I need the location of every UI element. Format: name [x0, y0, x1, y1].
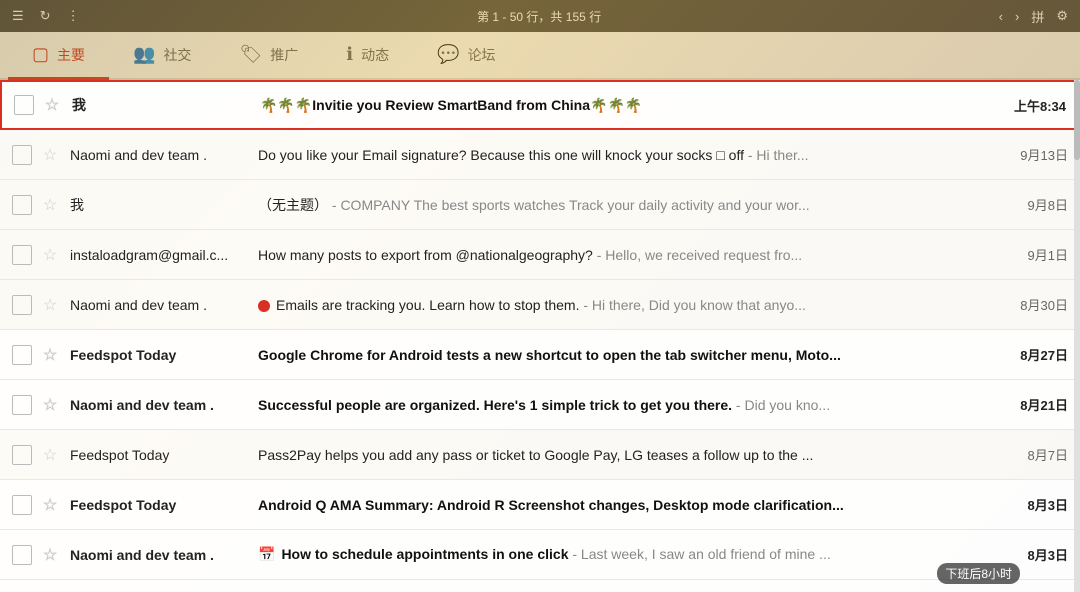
email-content: Pass2Pay helps you add any pass or ticke…	[250, 447, 1000, 463]
email-content: Android Q AMA Summary: Android R Screens…	[250, 497, 1000, 513]
email-subject: （无主题）	[258, 197, 328, 213]
email-date: 9月8日	[1008, 195, 1068, 214]
email-row[interactable]: ☆我（无主题） - COMPANY The best sports watche…	[0, 180, 1080, 230]
email-content: Google Chrome for Android tests a new sh…	[250, 347, 1000, 363]
email-star-icon[interactable]: ☆	[40, 345, 60, 365]
email-checkbox[interactable]	[12, 245, 32, 265]
email-sender: Feedspot Today	[70, 447, 250, 463]
email-subject: 🌴🌴🌴Invitie you Review SmartBand from Chi…	[260, 97, 642, 113]
email-star-icon[interactable]: ☆	[40, 545, 60, 565]
email-checkbox[interactable]	[14, 95, 34, 115]
email-content: Do you like your Email signature? Becaus…	[250, 147, 1000, 163]
email-preview: - COMPANY The best sports watches Track …	[328, 197, 810, 213]
email-row[interactable]: ☆ Naomi and dev team . Emails are tracking…	[0, 280, 1080, 330]
email-content: Successful people are organized. Here's …	[250, 397, 1000, 413]
email-content: Emails are tracking you. Learn how to st…	[250, 297, 1000, 313]
email-star-icon[interactable]: ☆	[40, 145, 60, 165]
email-row[interactable]: ☆ Naomi and dev team . Successful people a…	[0, 380, 1080, 430]
email-checkbox[interactable]	[12, 295, 32, 315]
email-preview: - Did you kno...	[732, 397, 830, 413]
email-checkbox[interactable]	[12, 145, 32, 165]
email-row[interactable]: ☆ Naomi and dev team . Do you like your Em…	[0, 130, 1080, 180]
email-star-icon[interactable]: ☆	[40, 195, 60, 215]
email-content: （无主题） - COMPANY The best sports watches …	[250, 195, 1000, 215]
email-subject: Pass2Pay helps you add any pass or ticke…	[258, 447, 813, 463]
email-row[interactable]: ☆ 我 🌴🌴🌴Invitie you Review SmartBand from C…	[0, 80, 1080, 130]
email-sender: instaloadgram@gmail.c...	[70, 247, 250, 263]
email-sender: Naomi and dev team .	[70, 397, 250, 413]
email-row[interactable]: ☆ Feedspot Today Pass2Pay helps you add an…	[0, 430, 1080, 480]
email-sender: Feedspot Today	[70, 497, 250, 513]
email-list: ☆ 我 🌴🌴🌴Invitie you Review SmartBand from C…	[0, 80, 1080, 592]
email-date: 8月21日	[1008, 395, 1068, 414]
email-row[interactable]: ☆ Feedspot Today Android Q AMA Summary: An…	[0, 480, 1080, 530]
email-date: 8月3日	[1008, 495, 1068, 514]
email-checkbox[interactable]	[12, 195, 32, 215]
email-star-icon[interactable]: ☆	[40, 295, 60, 315]
scrollbar-track[interactable]	[1074, 80, 1080, 592]
email-star-icon[interactable]: ☆	[40, 445, 60, 465]
email-row[interactable]: ☆Naomi and dev team .Preview your emails…	[0, 580, 1080, 592]
email-star-icon[interactable]: ☆	[40, 495, 60, 515]
email-sender: Naomi and dev team .	[70, 297, 250, 313]
watermark: 下班后8小时	[937, 563, 1020, 584]
email-subject: Android Q AMA Summary: Android R Screens…	[258, 497, 844, 513]
email-sender: Feedspot Today	[70, 347, 250, 363]
email-preview: - Hi there, Did you know that anyo...	[579, 297, 805, 313]
email-preview: - Hello, we received request fro...	[593, 247, 802, 263]
email-row[interactable]: ☆ instaloadgram@gmail.c... How many posts …	[0, 230, 1080, 280]
email-star-icon[interactable]: ☆	[40, 245, 60, 265]
email-star-icon[interactable]: ☆	[42, 95, 62, 115]
email-checkbox[interactable]	[12, 495, 32, 515]
dot-indicator-icon	[258, 300, 270, 312]
email-content: How many posts to export from @nationalg…	[250, 247, 1000, 263]
email-checkbox[interactable]	[12, 395, 32, 415]
email-row[interactable]: ☆ Feedspot Today Google Chrome for Android…	[0, 330, 1080, 380]
email-content: 🌴🌴🌴Invitie you Review SmartBand from Chi…	[252, 97, 998, 114]
email-date: 9月1日	[1008, 245, 1068, 264]
email-row[interactable]: ☆ Naomi and dev team . 📅 How to schedule ap…	[0, 530, 1080, 580]
email-date: 上午8:34	[1006, 96, 1066, 115]
calendar-icon: 📅	[258, 546, 275, 563]
email-date: 8月3日	[1008, 545, 1068, 564]
email-sender: 我	[72, 95, 252, 115]
email-sender: Naomi and dev team .	[70, 547, 250, 563]
email-date: 8月7日	[1008, 445, 1068, 464]
email-subject: Do you like your Email signature? Becaus…	[258, 147, 744, 163]
email-sender: Naomi and dev team .	[70, 147, 250, 163]
scrollbar-thumb[interactable]	[1074, 80, 1080, 160]
email-checkbox[interactable]	[12, 345, 32, 365]
email-content: 📅 How to schedule appointments in one cli…	[250, 546, 1000, 563]
email-subject: How to schedule appointments in one clic…	[281, 546, 568, 562]
email-subject: Successful people are organized. Here's …	[258, 397, 732, 413]
email-checkbox[interactable]	[12, 445, 32, 465]
email-date: 8月30日	[1008, 295, 1068, 314]
email-preview: - Hi ther...	[744, 147, 809, 163]
email-preview: - Last week, I saw an old friend of mine…	[568, 546, 830, 562]
email-date: 8月27日	[1008, 345, 1068, 364]
email-subject: How many posts to export from @nationalg…	[258, 247, 593, 263]
email-date: 9月13日	[1008, 145, 1068, 164]
email-subject: Emails are tracking you. Learn how to st…	[276, 297, 579, 313]
email-sender: 我	[70, 195, 250, 215]
email-star-icon[interactable]: ☆	[40, 395, 60, 415]
email-checkbox[interactable]	[12, 545, 32, 565]
email-subject: Google Chrome for Android tests a new sh…	[258, 347, 841, 363]
